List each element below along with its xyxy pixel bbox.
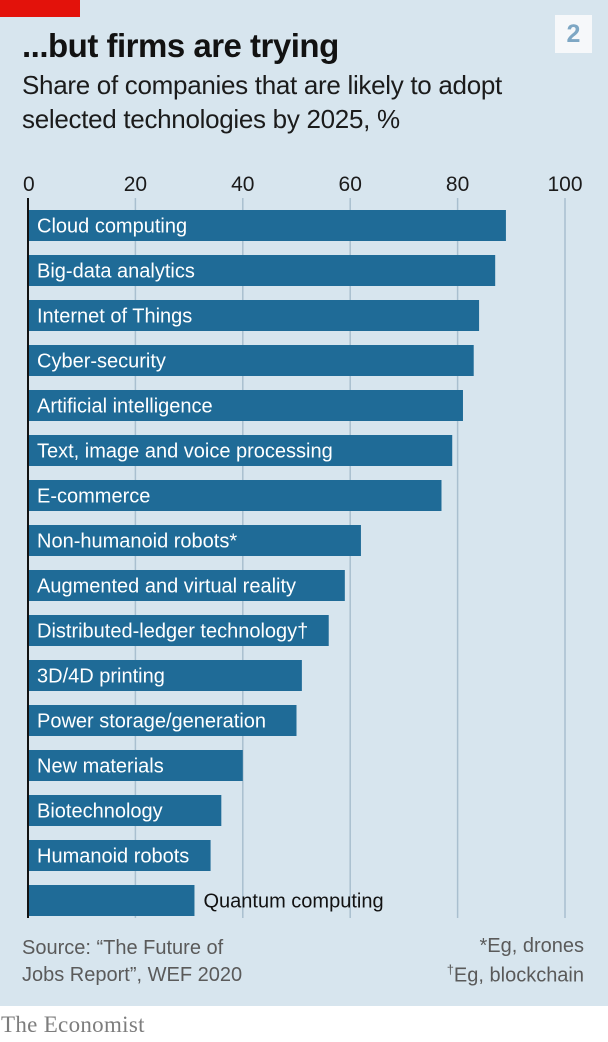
bar-label-9: Distributed-ledger technology†: [37, 621, 308, 643]
bar-label-14: Humanoid robots: [37, 846, 189, 868]
bar-label-13: Biotechnology: [37, 801, 163, 823]
chart-title: ...but firms are trying: [22, 27, 339, 64]
bar-label-2: Internet of Things: [37, 306, 192, 328]
chart-subtitle-line2: selected technologies by 2025, %: [22, 104, 400, 134]
bar-label-7: Non-humanoid robots*: [37, 531, 237, 553]
x-tick-label-40: 40: [231, 173, 254, 196]
red-tag-logo: [0, 0, 80, 17]
bar-15: [28, 885, 195, 916]
x-tick-labels: 0 20 40 60 80 100: [23, 173, 583, 196]
x-tick-label-60: 60: [339, 173, 362, 196]
dagger-mark: †: [446, 962, 454, 977]
source-note: Source: “The Future of Jobs Report”, WEF…: [22, 935, 242, 989]
bar-chart: 0 20 40 60 80 100 Cloud computing Big-data ana…: [23, 173, 583, 918]
bars: Cloud computing Big-data analytics Interne…: [28, 210, 506, 916]
bar-label-15: Quantum computing: [203, 891, 383, 913]
chart-number-badge: 2: [555, 15, 592, 53]
bar-label-0: Cloud computing: [37, 216, 187, 238]
footnote-blockchain-text: Eg, blockchain: [453, 964, 584, 987]
footnote-drones: *Eg, drones: [479, 935, 584, 957]
bar-label-5: Text, image and voice processing: [37, 441, 333, 463]
x-tick-label-20: 20: [124, 173, 147, 196]
bar-label-4: Artificial intelligence: [37, 396, 213, 418]
source-line-1: Source: “The Future of: [22, 937, 224, 959]
bar-label-3: Cyber-security: [37, 351, 166, 373]
footnote-blockchain: †Eg, blockchain: [447, 962, 584, 988]
bar-label-12: New materials: [37, 756, 164, 778]
bar-label-10: 3D/4D printing: [37, 666, 165, 688]
x-tick-label-0: 0: [23, 173, 35, 196]
chart-subtitle-line1: Share of companies that are likely to ad…: [22, 70, 502, 100]
x-tick-label-100: 100: [547, 173, 582, 196]
bar-label-6: E-commerce: [37, 486, 150, 508]
source-line-2: Jobs Report”, WEF 2020: [22, 964, 243, 986]
x-tick-label-80: 80: [446, 173, 469, 196]
bar-label-1: Big-data analytics: [37, 261, 195, 283]
economist-logo-text: The Economist: [1, 1012, 145, 1037]
bar-label-11: Power storage/generation: [37, 711, 266, 733]
bar-label-8: Augmented and virtual reality: [37, 576, 296, 598]
